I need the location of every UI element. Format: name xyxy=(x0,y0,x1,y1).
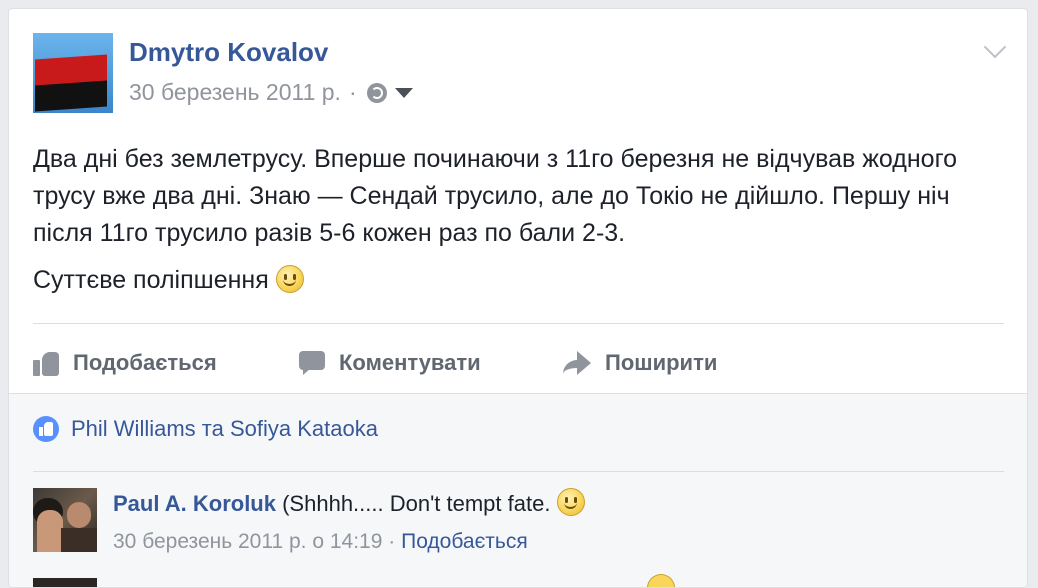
smiley-icon xyxy=(556,488,585,516)
post-meta: 30 березень 2011 р. · xyxy=(129,79,413,106)
avatar-flag-black xyxy=(35,80,107,112)
comment-meta-separator: · xyxy=(388,530,396,553)
like-icon xyxy=(33,350,59,376)
likes-names[interactable]: Phil Williams та Sofiya Kataoka xyxy=(71,416,378,442)
likes-summary[interactable]: Phil Williams та Sofiya Kataoka xyxy=(33,416,378,442)
comments-divider xyxy=(33,471,1004,472)
comment-button[interactable]: Коментувати xyxy=(299,343,481,383)
caret-down-icon[interactable] xyxy=(394,87,413,98)
comment-button-label: Коментувати xyxy=(339,350,481,375)
globe-icon[interactable] xyxy=(366,82,387,103)
share-icon xyxy=(563,351,591,375)
comment-like-link[interactable]: Подобається xyxy=(401,530,528,553)
post-paragraph: Два дні без землетрусу. Вперше починаючи… xyxy=(33,145,958,247)
actions-divider xyxy=(33,323,1004,324)
like-button-label: Подобається xyxy=(73,350,217,375)
post-paragraph-text: Суттєве поліпшення xyxy=(33,266,269,294)
like-badge-icon xyxy=(33,416,59,442)
smiley-icon xyxy=(647,574,675,587)
post-header: Dmytro Kovalov 30 березень 2011 р. · xyxy=(33,33,1003,113)
comment-body: (Shhhh..... Don't tempt fate. xyxy=(282,491,551,516)
post-card: Dmytro Kovalov 30 березень 2011 р. · Два… xyxy=(8,8,1028,588)
comments-area: Phil Williams та Sofiya Kataoka Paul A. … xyxy=(9,393,1027,587)
comment-meta: 30 березень 2011 р. о 14:19 · Подобаєтьс… xyxy=(113,530,528,554)
author-avatar[interactable] xyxy=(33,33,113,113)
comment-item: Paul A. Koroluk (Shhhh..... Don't tempt … xyxy=(33,478,1004,558)
avatar-person-face xyxy=(67,502,91,528)
avatar-person xyxy=(37,510,63,552)
post-author-name[interactable]: Dmytro Kovalov xyxy=(129,37,328,68)
comment-author[interactable]: Paul A. Koroluk xyxy=(113,491,276,516)
commenter-avatar[interactable] xyxy=(33,488,97,552)
share-button-label: Поширити xyxy=(605,350,718,375)
comment-icon xyxy=(299,351,325,375)
comment-text: Paul A. Koroluk (Shhhh..... Don't tempt … xyxy=(113,488,585,517)
smiley-icon xyxy=(275,265,304,293)
share-button[interactable]: Поширити xyxy=(563,343,717,383)
avatar-person-body xyxy=(61,528,97,552)
like-button[interactable]: Подобається xyxy=(33,343,217,383)
post-paragraph-2: Суттєве поліпшення xyxy=(33,262,1008,299)
meta-separator: · xyxy=(348,79,357,105)
post-body: Два дні без землетрусу. Вперше починаючи… xyxy=(33,141,1008,299)
comment-date[interactable]: 30 березень 2011 р. о 14:19 xyxy=(113,530,382,553)
post-date[interactable]: 30 березень 2011 р. xyxy=(129,79,341,106)
post-actions: Подобається Коментувати Поширити xyxy=(33,333,1004,393)
next-comment-avatar xyxy=(33,578,97,587)
